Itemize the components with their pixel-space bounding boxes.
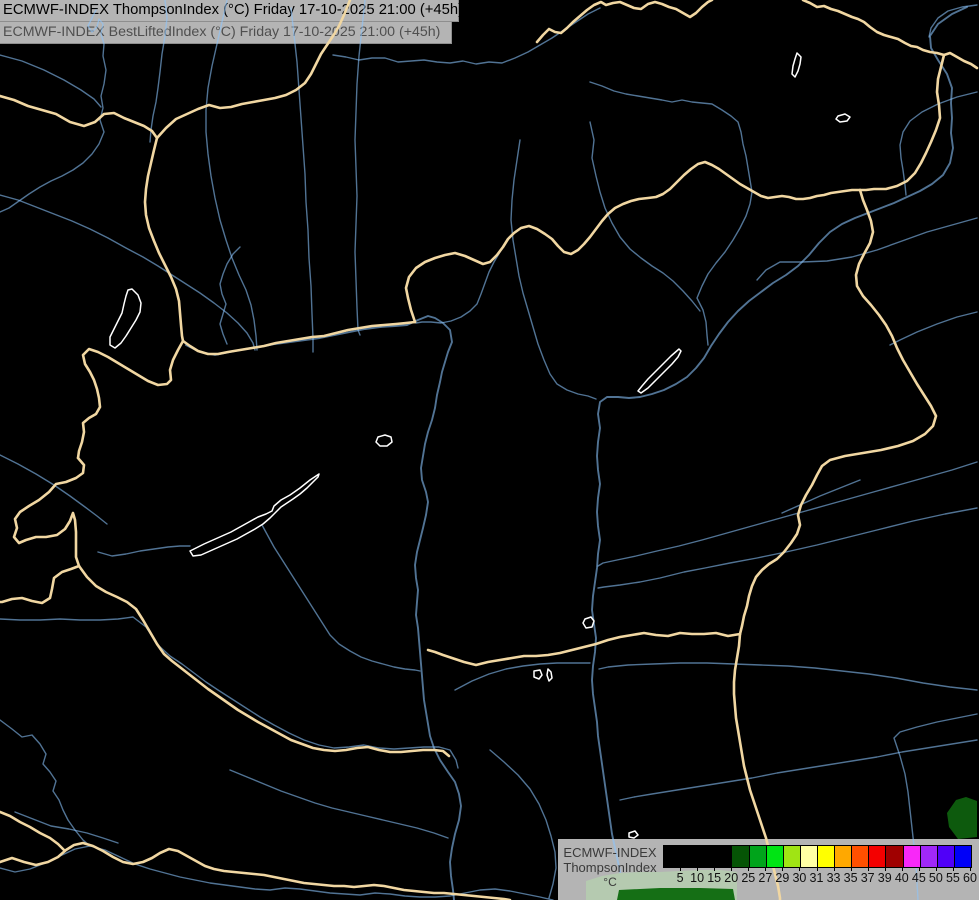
map-canvas — [0, 0, 979, 900]
river-vah — [206, 0, 257, 350]
river-drava — [0, 617, 458, 768]
river-koros-3 — [782, 480, 860, 513]
legend-cell — [732, 846, 749, 867]
legend-cell — [955, 846, 971, 867]
border-ba-left — [0, 812, 64, 850]
border-hu-rs — [428, 633, 740, 665]
legend-cell — [664, 846, 681, 867]
river-sio — [262, 525, 420, 671]
legend-units: °C — [558, 875, 662, 889]
river-sajo — [590, 82, 752, 345]
lake-small-plain — [583, 617, 594, 628]
legend-colorbar — [663, 845, 972, 868]
legend-cell — [921, 846, 938, 867]
lake-small-pair-b — [547, 669, 552, 681]
border-sk-pl — [537, 0, 712, 42]
river-hernad — [590, 122, 700, 311]
border-at-sk — [145, 138, 183, 341]
river-zagyva — [511, 140, 596, 399]
legend: ECMWF-INDEX ThompsonIndex °C 51015202527… — [558, 839, 979, 900]
lake-small-south — [629, 831, 638, 838]
river-sava — [0, 846, 553, 900]
river-ne-tributary — [900, 92, 977, 195]
lake-neusiedl — [110, 289, 141, 348]
lakes-layer — [110, 53, 850, 838]
river-mura — [0, 455, 107, 524]
lake-sirava — [792, 53, 801, 77]
border-hr-ba — [0, 843, 510, 900]
border-si-hr — [0, 566, 79, 603]
river-ipoly — [416, 252, 500, 323]
legend-title-line1: ECMWF-INDEX — [558, 845, 662, 860]
border-cz-at — [0, 96, 157, 138]
river-bega — [620, 740, 977, 800]
legend-cell — [715, 846, 732, 867]
lake-small-pair-a — [534, 670, 542, 679]
border-hu-hr — [79, 566, 449, 756]
river-ro-north — [890, 312, 977, 345]
legend-cell — [750, 846, 767, 867]
river-bosna — [0, 720, 90, 846]
lake-tisza-to — [638, 349, 681, 393]
border-hu-sk-east — [406, 162, 860, 322]
border-sk-ua — [860, 55, 944, 190]
border-hu-si — [14, 458, 84, 566]
border-ua-ne — [803, 0, 977, 68]
border-hu-ro — [740, 190, 936, 634]
lake-velence — [376, 435, 392, 446]
map-title-line2: ECMWF-INDEX BestLiftedIndex (°C) Friday … — [0, 22, 452, 44]
river-szamos — [757, 218, 977, 280]
lake-balaton — [190, 474, 319, 556]
river-danube-se-branch — [490, 750, 556, 898]
legend-cell — [698, 846, 715, 867]
legend-cell — [835, 846, 852, 867]
river-cz-2 — [0, 55, 101, 107]
river-nitra — [291, 8, 313, 352]
river-maros — [599, 663, 977, 690]
legend-cell — [886, 846, 903, 867]
weather-map-screenshot: ECMWF-INDEX ThompsonIndex (°C) Friday 17… — [0, 0, 979, 900]
border-at-hu — [78, 341, 183, 458]
river-tisza — [592, 7, 967, 900]
lake-ua-small — [836, 114, 850, 122]
river-raba — [0, 195, 255, 350]
river-mid-plain — [455, 663, 590, 690]
legend-cell — [869, 846, 886, 867]
borders-layer — [0, 0, 977, 900]
river-slavonia — [230, 770, 448, 838]
river-koros-1 — [598, 462, 977, 566]
legend-cell — [801, 846, 818, 867]
river-drina-lower — [15, 812, 118, 843]
legend-cell — [767, 846, 784, 867]
legend-cell — [681, 846, 698, 867]
legend-cell — [784, 846, 801, 867]
legend-tick-label: 60 — [955, 871, 979, 885]
legend-title-block: ECMWF-INDEX ThompsonIndex °C — [558, 845, 662, 889]
legend-cell — [852, 846, 869, 867]
river-hron — [355, 0, 365, 335]
river-zala — [98, 546, 190, 556]
rivers-layer — [0, 0, 977, 900]
legend-labels: 51015202527293031333537394045505560 — [663, 867, 972, 897]
legend-title-line2: ThompsonIndex — [558, 860, 662, 875]
river-koros-2 — [598, 508, 977, 588]
index-patch-dark-green-triangle — [947, 797, 977, 839]
legend-cell — [938, 846, 955, 867]
border-hu-sk-danube — [183, 322, 415, 354]
legend-cell — [818, 846, 835, 867]
river-rabca — [220, 247, 240, 344]
legend-cell — [904, 846, 921, 867]
map-title-line1: ECMWF-INDEX ThompsonIndex (°C) Friday 17… — [0, 0, 459, 22]
river-danube — [186, 316, 461, 900]
river-ne-corner — [929, 5, 977, 37]
